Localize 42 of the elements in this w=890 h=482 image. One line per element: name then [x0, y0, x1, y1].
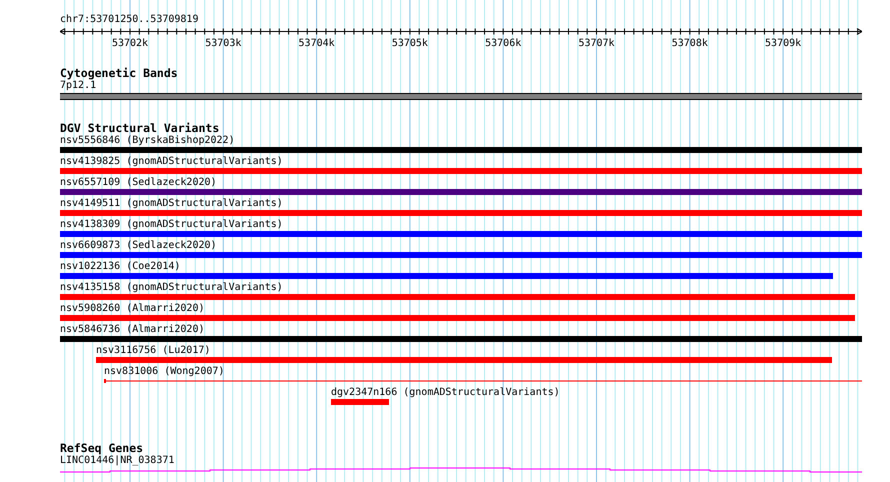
tick-label: 53706k — [485, 38, 522, 49]
feature-label[interactable]: nsv3116756 (Lu2017) — [96, 344, 862, 357]
feature-bar[interactable] — [60, 294, 855, 300]
feature-bar[interactable] — [331, 399, 389, 405]
band-label: 7p12.1 — [60, 80, 98, 92]
feature-line[interactable] — [104, 379, 862, 383]
track-title: Cytogenetic Bands — [60, 67, 179, 79]
tick-label: 53708k — [672, 38, 708, 49]
feature-label[interactable]: nsv5556846 (ByrskaBishop2022) — [60, 134, 862, 147]
feature-label[interactable]: nsv5846736 (Almarri2020) — [60, 323, 862, 336]
gene-label[interactable]: LINC01446|NR_038371 — [60, 454, 862, 467]
feature-bar[interactable] — [96, 357, 832, 363]
tick-label: 53707k — [578, 38, 615, 49]
tick-label: 53709k — [765, 38, 802, 49]
gene-line[interactable] — [60, 468, 862, 472]
feature-bar[interactable] — [60, 273, 833, 279]
location-label: chr7:53701250..53709819 — [60, 14, 200, 26]
feature-label[interactable]: nsv4139825 (gnomADStructuralVariants) — [60, 155, 862, 168]
feature-bar[interactable] — [60, 252, 862, 258]
band-bar[interactable] — [60, 93, 862, 100]
feature-bar[interactable] — [60, 189, 862, 195]
feature-label[interactable]: dgv2347n166 (gnomADStructuralVariants) — [331, 386, 862, 399]
tick-label: 53705k — [392, 38, 428, 49]
feature-bar[interactable] — [60, 147, 862, 153]
tick-label: 53703k — [205, 38, 242, 49]
feature-bar[interactable] — [60, 210, 862, 216]
feature-label[interactable]: nsv5908260 (Almarri2020) — [60, 302, 862, 315]
track-title: DGV Structural Variants — [60, 122, 220, 134]
feature-bar[interactable] — [60, 315, 855, 321]
tick-label: 53704k — [298, 38, 335, 49]
feature-label[interactable]: nsv4138309 (gnomADStructuralVariants) — [60, 218, 862, 231]
feature-bar[interactable] — [60, 168, 862, 174]
feature-label[interactable]: nsv831006 (Wong2007) — [104, 365, 862, 378]
feature-bar[interactable] — [60, 336, 862, 342]
feature-label[interactable]: nsv6557109 (Sedlazeck2020) — [60, 176, 862, 189]
feature-bar[interactable] — [60, 231, 862, 237]
feature-label[interactable]: nsv1022136 (Coe2014) — [60, 260, 862, 273]
feature-label[interactable]: nsv4135158 (gnomADStructuralVariants) — [60, 281, 862, 294]
feature-label[interactable]: nsv4149511 (gnomADStructuralVariants) — [60, 197, 862, 210]
tick-label: 53702k — [112, 38, 148, 49]
track-title: RefSeq Genes — [60, 442, 144, 454]
feature-label[interactable]: nsv6609873 (Sedlazeck2020) — [60, 239, 862, 252]
